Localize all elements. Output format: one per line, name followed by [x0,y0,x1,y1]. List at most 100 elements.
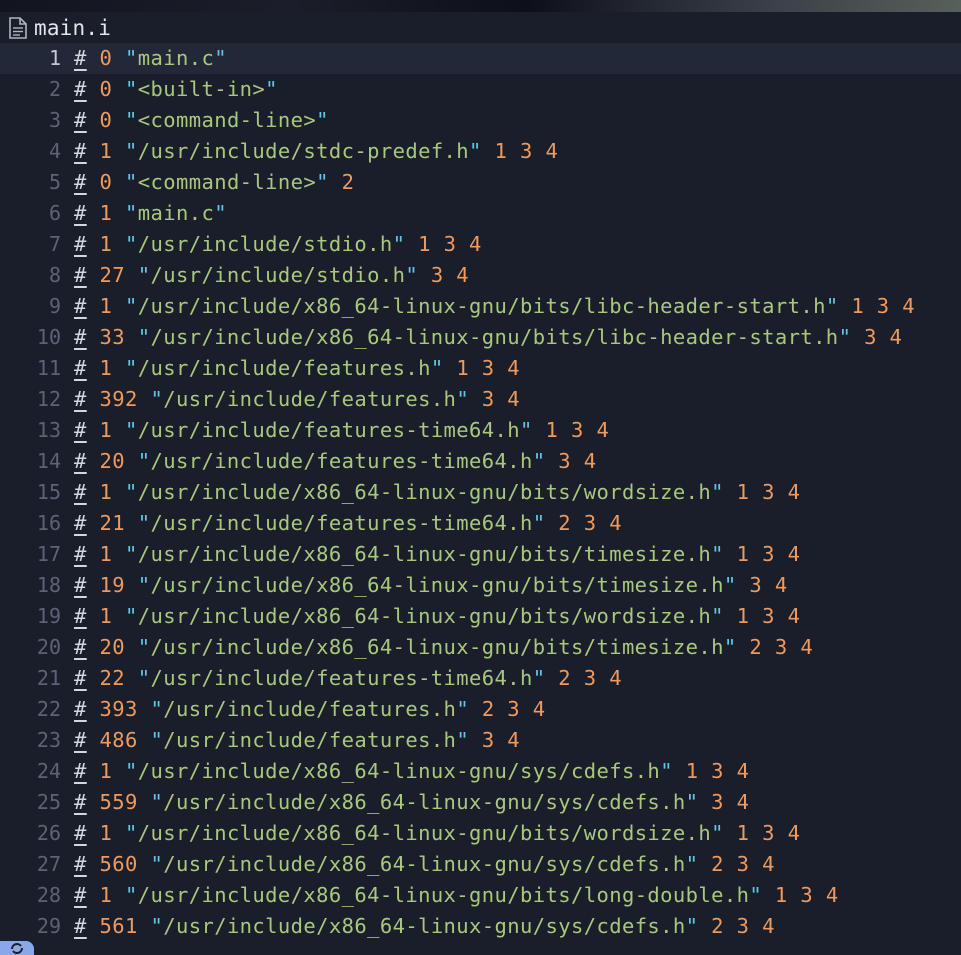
file-path-string: /usr/include/features-time64.h [150,449,533,473]
code-line[interactable]: 6 # 1 "main.c" [0,198,961,229]
line-content: # 1 "/usr/include/x86_64-linux-gnu/bits/… [74,818,800,849]
code-line[interactable]: 11 # 1 "/usr/include/features.h" 1 3 4 [0,353,961,384]
code-line[interactable]: 10 # 33 "/usr/include/x86_64-linux-gnu/bi… [0,322,961,353]
file-path-string: /usr/include/x86_64-linux-gnu/bits/times… [150,635,724,659]
line-number: 18 [36,573,61,597]
open-quote: " [150,728,164,752]
line-content: # 22 "/usr/include/features-time64.h" 2 … [74,663,622,694]
line-marker-number: 0 [99,77,113,101]
tab-main-i[interactable]: main.i [8,15,111,41]
line-marker-number: 1 [99,418,113,442]
close-quote: " [749,883,763,907]
line-marker-number: 19 [99,573,125,597]
line-number: 9 [48,294,61,318]
open-quote: " [125,294,138,318]
line-content: # 560 "/usr/include/x86_64-linux-gnu/sys… [74,849,775,880]
close-quote: " [392,232,406,256]
line-content: # 1 "/usr/include/features.h" 1 3 4 [74,353,520,384]
line-marker-flags: 1 3 4 [736,821,801,845]
line-marker-hash: # [74,697,87,721]
code-line[interactable]: 1 # 0 "main.c" [0,43,961,74]
line-number: 26 [36,821,61,845]
line-number: 7 [48,232,61,256]
line-content: # 1 "/usr/include/x86_64-linux-gnu/bits/… [74,477,800,508]
open-quote: " [125,170,138,194]
code-line[interactable]: 9 # 1 "/usr/include/x86_64-linux-gnu/bits… [0,291,961,322]
code-line[interactable]: 17 # 1 "/usr/include/x86_64-linux-gnu/bit… [0,539,961,570]
close-quote: " [532,666,546,690]
line-marker-flags: 3 4 [430,263,470,287]
line-marker-number: 1 [99,759,113,783]
code-line[interactable]: 14 # 20 "/usr/include/features-time64.h" … [0,446,961,477]
code-line[interactable]: 8 # 27 "/usr/include/stdio.h" 3 4 [0,260,961,291]
line-marker-number: 1 [99,480,113,504]
close-quote: " [723,573,737,597]
code-line[interactable]: 7 # 1 "/usr/include/stdio.h" 1 3 4 [0,229,961,260]
line-content: # 1 "/usr/include/x86_64-linux-gnu/sys/c… [74,756,749,787]
close-quote: " [456,387,470,411]
line-number: 28 [36,883,61,907]
code-line[interactable]: 12 # 392 "/usr/include/features.h" 3 4 [0,384,961,415]
line-marker-hash: # [74,418,87,442]
code-line[interactable]: 24 # 1 "/usr/include/x86_64-linux-gnu/sys… [0,756,961,787]
code-line[interactable]: 15 # 1 "/usr/include/x86_64-linux-gnu/bit… [0,477,961,508]
open-quote: " [125,232,138,256]
line-marker-hash: # [74,759,87,783]
file-icon [8,17,28,39]
line-marker-hash: # [74,852,87,876]
open-quote: " [150,790,164,814]
line-content: # 1 "/usr/include/x86_64-linux-gnu/bits/… [74,880,839,911]
file-path-string: /usr/include/x86_64-linux-gnu/bits/libc-… [150,325,839,349]
line-number: 13 [36,418,61,442]
line-number: 4 [48,139,61,163]
open-quote: " [137,325,151,349]
code-line[interactable]: 21 # 22 "/usr/include/features-time64.h" … [0,663,961,694]
code-line[interactable]: 22 # 393 "/usr/include/features.h" 2 3 4 [0,694,961,725]
code-line[interactable]: 27 # 560 "/usr/include/x86_64-linux-gnu/s… [0,849,961,880]
line-marker-number: 560 [99,852,138,876]
close-quote: " [825,294,839,318]
code-line[interactable]: 5 # 0 "<command-line>" 2 [0,167,961,198]
line-content: # 33 "/usr/include/x86_64-linux-gnu/bits… [74,322,902,353]
code-line[interactable]: 19 # 1 "/usr/include/x86_64-linux-gnu/bit… [0,601,961,632]
line-marker-number: 0 [99,46,113,70]
code-line[interactable]: 28 # 1 "/usr/include/x86_64-linux-gnu/bit… [0,880,961,911]
tab-bar: main.i [0,12,961,42]
line-marker-hash: # [74,821,87,845]
open-quote: " [137,449,151,473]
line-marker-number: 559 [99,790,138,814]
code-line[interactable]: 18 # 19 "/usr/include/x86_64-linux-gnu/bi… [0,570,961,601]
code-line[interactable]: 23 # 486 "/usr/include/features.h" 3 4 [0,725,961,756]
code-line[interactable]: 4 # 1 "/usr/include/stdc-predef.h" 1 3 4 [0,136,961,167]
close-quote: " [685,790,699,814]
code-line[interactable]: 20 # 20 "/usr/include/x86_64-linux-gnu/bi… [0,632,961,663]
open-quote: " [125,418,138,442]
line-marker-hash: # [74,635,87,659]
code-line[interactable]: 29 # 561 "/usr/include/x86_64-linux-gnu/s… [0,911,961,942]
code-line[interactable]: 3 # 0 "<command-line>" [0,105,961,136]
status-sync-indicator[interactable] [0,941,34,955]
open-quote: " [150,697,164,721]
code-line[interactable]: 2 # 0 "<built-in>" [0,74,961,105]
line-marker-number: 1 [99,604,113,628]
line-marker-hash: # [74,263,87,287]
code-line[interactable]: 25 # 559 "/usr/include/x86_64-linux-gnu/s… [0,787,961,818]
code-line[interactable]: 16 # 21 "/usr/include/features-time64.h" … [0,508,961,539]
open-quote: " [125,108,138,132]
code-editor[interactable]: 1 # 0 "main.c" 2 # 0 "<built-in>" 3 # 0 "<com… [0,43,961,942]
close-quote: " [532,511,546,535]
open-quote: " [125,480,138,504]
file-path-string: <command-line> [137,170,317,194]
file-path-string: /usr/include/x86_64-linux-gnu/bits/libc-… [137,294,826,318]
line-number: 27 [36,852,61,876]
line-marker-flags: 2 3 4 [711,914,775,938]
code-line[interactable]: 13 # 1 "/usr/include/features-time64.h" 1… [0,415,961,446]
line-marker-flags: 3 4 [749,573,788,597]
line-marker-hash: # [74,449,87,473]
open-quote: " [137,635,151,659]
line-number: 1 [48,46,61,70]
file-path-string: /usr/include/x86_64-linux-gnu/sys/cdefs.… [163,790,686,814]
line-content: # 19 "/usr/include/x86_64-linux-gnu/bits… [74,570,788,601]
open-quote: " [150,387,164,411]
code-line[interactable]: 26 # 1 "/usr/include/x86_64-linux-gnu/bit… [0,818,961,849]
